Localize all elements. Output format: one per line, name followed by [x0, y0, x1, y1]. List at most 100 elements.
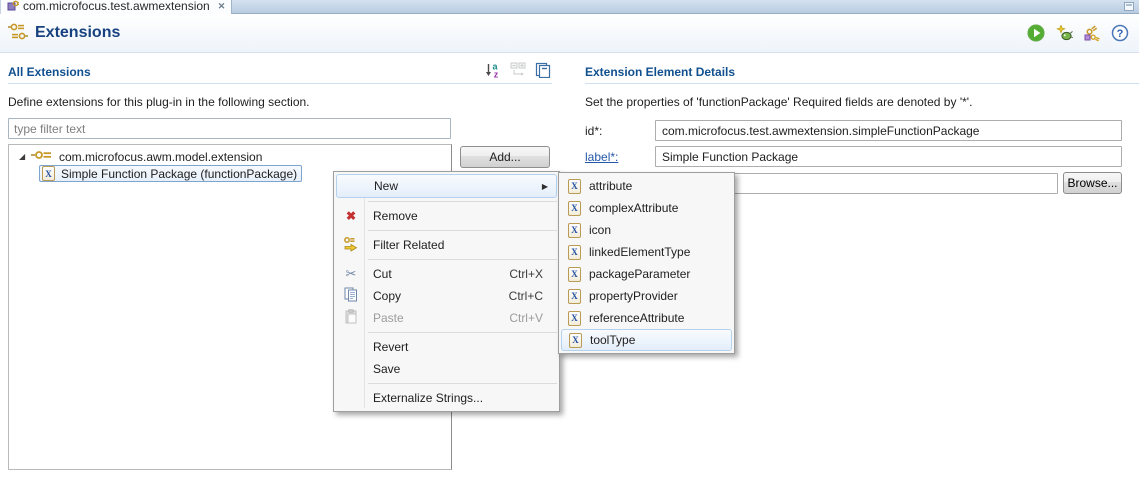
new-submenu: X attribute X complexAttribute X icon X … [558, 172, 735, 354]
element-details-title: Extension Element Details [585, 65, 735, 79]
label-field-row: label*: [585, 146, 1139, 167]
sort-z-glyph: z [494, 70, 499, 79]
submenu-item-packageparameter[interactable]: X packageParameter [561, 263, 732, 285]
tab-close-icon[interactable]: ✕ [218, 1, 226, 12]
menu-separator [368, 259, 557, 260]
xml-element-icon: X [568, 267, 581, 282]
submenu-item-complexattribute[interactable]: X complexAttribute [561, 197, 732, 219]
submenu-item-label: propertyProvider [589, 289, 678, 303]
header-toolbar: ? [1027, 24, 1129, 42]
add-button[interactable]: Add... [460, 146, 550, 168]
submenu-item-label: complexAttribute [589, 201, 678, 215]
tab-title: com.microfocus.test.awmextension [23, 0, 210, 13]
paste-icon [341, 309, 361, 327]
xml-element-icon: X [568, 201, 581, 216]
form-header: Extensions [0, 14, 1139, 53]
submenu-item-propertyprovider[interactable]: X propertyProvider [561, 285, 732, 307]
menu-item-paste: Paste Ctrl+V [336, 307, 557, 329]
menu-item-revert[interactable]: Revert [336, 336, 557, 358]
submenu-item-referenceattribute[interactable]: X referenceAttribute [561, 307, 732, 329]
menu-item-copy-label: Copy [373, 289, 401, 303]
menu-separator [368, 230, 557, 231]
id-field-row: id*: [585, 120, 1139, 141]
menu-item-save[interactable]: Save [336, 358, 557, 380]
all-extensions-description: Define extensions for this plug-in in th… [8, 95, 552, 109]
page-title: Extensions [35, 24, 120, 42]
all-extensions-header: All Extensions a z [8, 62, 552, 84]
filter-input[interactable] [8, 118, 451, 139]
context-menu: New ▶ ✖ Remove Filter Related ✂ Cut Ctrl… [333, 171, 560, 412]
submenu-item-label: linkedElementType [589, 245, 690, 259]
submenu-item-linkedelementtype[interactable]: X linkedElementType [561, 241, 732, 263]
browse-button[interactable]: Browse... [1063, 172, 1122, 194]
submenu-item-label: referenceAttribute [589, 311, 684, 325]
xml-element-icon: X [569, 333, 582, 348]
cut-icon: ✂ [341, 266, 361, 282]
menu-separator [368, 201, 557, 202]
id-label: id*: [585, 124, 655, 138]
menu-item-cut-label: Cut [373, 267, 392, 281]
submenu-item-label: toolType [590, 333, 635, 347]
submenu-item-attribute[interactable]: X attribute [561, 175, 732, 197]
element-details-description: Set the properties of 'functionPackage' … [585, 95, 1139, 109]
menu-item-save-label: Save [373, 362, 400, 376]
submenu-item-icon[interactable]: X icon [561, 219, 732, 241]
menu-item-externalize-label: Externalize Strings... [373, 391, 483, 405]
menu-item-revert-label: Revert [373, 340, 408, 354]
menu-item-remove[interactable]: ✖ Remove [336, 205, 557, 227]
all-extensions-title: All Extensions [8, 65, 91, 79]
function-package-label: Simple Function Package (functionPackage… [61, 167, 297, 181]
filter-related-icon [341, 236, 361, 255]
menu-item-new[interactable]: New ▶ [336, 174, 557, 198]
menu-item-new-label: New [374, 179, 398, 193]
extensions-icon [8, 23, 28, 44]
submenu-item-label: attribute [589, 179, 632, 193]
xml-element-icon: X [568, 245, 581, 260]
submenu-item-label: packageParameter [589, 267, 690, 281]
menu-separator [368, 383, 557, 384]
editor-tab-strip: com.microfocus.test.awmextension ✕ [0, 0, 1139, 14]
menu-item-paste-label: Paste [373, 311, 404, 325]
expand-all-icon[interactable] [509, 61, 527, 79]
tree-expanded-icon[interactable]: ◢ [19, 153, 29, 161]
menu-shortcut: Ctrl+V [509, 311, 543, 325]
menu-item-externalize-strings[interactable]: Externalize Strings... [336, 387, 557, 409]
menu-item-filter-related-label: Filter Related [373, 238, 444, 252]
menu-separator [368, 332, 557, 333]
extension-registry-icon[interactable] [1083, 24, 1101, 42]
menu-item-cut[interactable]: ✂ Cut Ctrl+X [336, 263, 557, 285]
restore-icon[interactable] [1124, 2, 1134, 11]
editor-tab[interactable]: com.microfocus.test.awmextension ✕ [0, 0, 232, 14]
run-icon[interactable] [1027, 24, 1045, 42]
extension-point-icon [31, 149, 53, 164]
label-input[interactable] [655, 146, 1122, 167]
id-input[interactable] [655, 120, 1122, 141]
xml-element-icon: X [42, 166, 55, 181]
xml-element-icon: X [568, 179, 581, 194]
plugin-spy-icon[interactable] [1055, 24, 1073, 42]
copy-icon [341, 287, 361, 305]
extension-point-label: com.microfocus.awm.model.extension [59, 150, 262, 164]
help-question-glyph: ? [1117, 28, 1124, 40]
sort-alphabetically-icon[interactable]: a z [484, 61, 502, 79]
menu-item-copy[interactable]: Copy Ctrl+C [336, 285, 557, 307]
submenu-item-tooltype[interactable]: X toolType [561, 329, 732, 351]
xml-element-icon: X [568, 289, 581, 304]
help-icon[interactable]: ? [1111, 24, 1129, 42]
menu-shortcut: Ctrl+X [509, 267, 543, 281]
xml-element-icon: X [568, 223, 581, 238]
submenu-arrow-icon: ▶ [542, 182, 548, 191]
selected-tree-item[interactable]: X Simple Function Package (functionPacka… [39, 165, 302, 182]
collapse-all-icon[interactable] [534, 61, 552, 79]
remove-icon: ✖ [341, 209, 361, 223]
menu-shortcut: Ctrl+C [509, 289, 543, 303]
submenu-item-label: icon [589, 223, 611, 237]
xml-element-icon: X [568, 311, 581, 326]
element-details-header: Extension Element Details [585, 62, 1139, 84]
tree-row-extension-point[interactable]: ◢ com.microfocus.awm.model.extension [9, 148, 451, 165]
label-link[interactable]: label*: [585, 150, 655, 164]
plugin-file-icon [7, 0, 19, 14]
tab-strip-filler [232, 0, 1139, 13]
menu-item-filter-related[interactable]: Filter Related [336, 234, 557, 256]
menu-item-remove-label: Remove [373, 209, 418, 223]
